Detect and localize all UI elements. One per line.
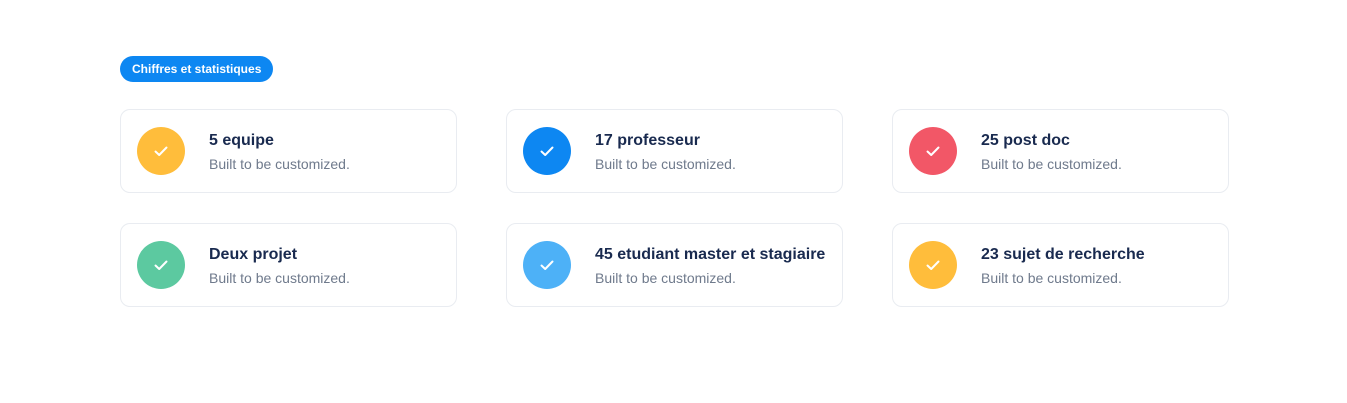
stat-title: 5 equipe	[209, 131, 274, 149]
stat-subtitle: Built to be customized.	[595, 155, 736, 172]
stat-subtitle: Built to be customized.	[981, 155, 1122, 172]
check-icon	[137, 127, 185, 175]
stat-title: 25 post doc	[981, 131, 1070, 149]
stat-card: 17 professeur Built to be customized.	[506, 109, 843, 193]
stat-card: 45 etudiant master et stagiaire Built to…	[506, 223, 843, 307]
stats-section: Chiffres et statistiques 5 equipe Built …	[0, 0, 1347, 403]
check-icon	[523, 241, 571, 289]
section-badge: Chiffres et statistiques	[120, 56, 274, 82]
stat-subtitle: Built to be customized.	[209, 269, 350, 286]
stat-subtitle: Built to be customized.	[595, 269, 736, 286]
stat-title: 45 etudiant master et stagiaire	[595, 245, 826, 263]
check-icon	[137, 241, 185, 289]
stat-subtitle: Built to be customized.	[981, 269, 1122, 286]
stat-card: 25 post doc Built to be customized.	[892, 109, 1229, 193]
stat-card: 5 equipe Built to be customized.	[120, 109, 457, 193]
stats-grid: 5 equipe Built to be customized. 17 prof…	[120, 109, 1229, 307]
stat-card: Deux projet Built to be customized.	[120, 223, 457, 307]
stat-subtitle: Built to be customized.	[209, 155, 350, 172]
check-icon	[909, 127, 957, 175]
stat-title: 23 sujet de recherche	[981, 245, 1145, 263]
check-icon	[523, 127, 571, 175]
stat-card: 23 sujet de recherche Built to be custom…	[892, 223, 1229, 307]
check-icon	[909, 241, 957, 289]
stat-title: 17 professeur	[595, 131, 700, 149]
stat-title: Deux projet	[209, 245, 298, 263]
